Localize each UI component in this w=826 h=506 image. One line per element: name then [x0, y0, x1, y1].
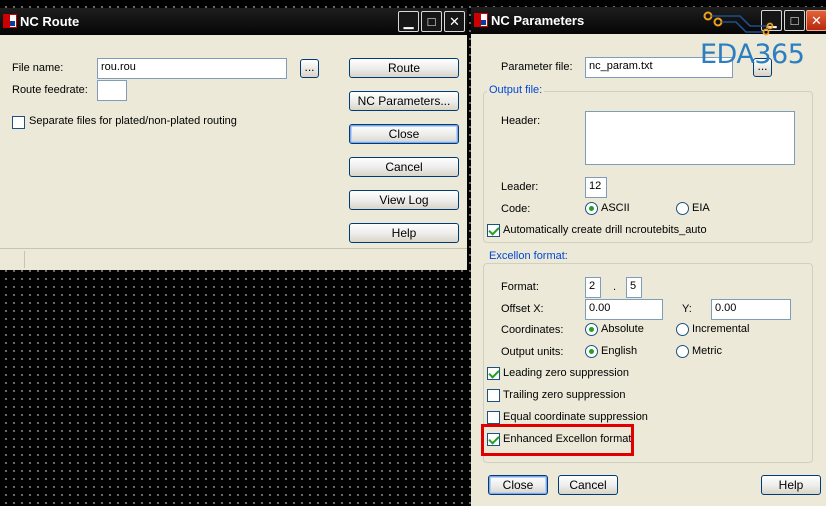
units-english-radio[interactable] — [585, 345, 598, 358]
nc-route-window: NC Route ▁ □ ✕ File name: rou.rou ... Ro… — [0, 8, 467, 270]
file-name-label: File name: — [12, 62, 64, 74]
coordinates-label: Coordinates: — [501, 324, 564, 336]
coordinates-absolute-label: Absolute — [601, 323, 644, 335]
status-bar — [0, 248, 467, 270]
format-decimal-input[interactable]: 5 — [626, 277, 642, 298]
separate-files-checkbox[interactable] — [12, 116, 25, 129]
nc-parameters-button[interactable]: NC Parameters... — [349, 91, 459, 111]
cancel-button[interactable]: Cancel — [349, 157, 459, 177]
nc-route-title: NC Route — [20, 14, 80, 29]
coordinates-absolute-radio[interactable] — [585, 323, 598, 336]
trailing-zero-checkbox[interactable] — [487, 389, 500, 402]
code-ascii-label: ASCII — [601, 202, 630, 214]
parameter-file-label: Parameter file: — [501, 61, 573, 73]
offset-y-input[interactable]: 0.00 — [711, 299, 791, 320]
excellon-format-group-title: Excellon format: — [487, 250, 570, 262]
coordinates-incremental-label: Incremental — [692, 323, 750, 335]
file-name-input[interactable]: rou.rou — [97, 58, 287, 79]
offset-y-label: Y: — [682, 303, 692, 315]
offset-x-input[interactable]: 0.00 — [585, 299, 663, 320]
code-eia-radio[interactable] — [676, 202, 689, 215]
route-button[interactable]: Route — [349, 58, 459, 78]
nc-parameters-title: NC Parameters — [491, 13, 585, 28]
code-eia-label: EIA — [692, 202, 710, 214]
output-file-group-title: Output file: — [487, 84, 545, 96]
close-button[interactable]: Close — [488, 475, 548, 495]
header-label: Header: — [501, 115, 541, 127]
code-label: Code: — [501, 203, 531, 215]
auto-create-checkbox[interactable] — [487, 224, 500, 237]
leading-zero-label: Leading zero suppression — [503, 367, 629, 379]
output-units-label: Output units: — [501, 346, 564, 358]
leading-zero-checkbox[interactable] — [487, 367, 500, 380]
equal-coordinate-checkbox[interactable] — [487, 411, 500, 424]
cancel-button[interactable]: Cancel — [558, 475, 618, 495]
units-metric-radio[interactable] — [676, 345, 689, 358]
file-browse-button[interactable]: ... — [300, 59, 319, 78]
route-feedrate-input[interactable] — [97, 80, 127, 101]
trailing-zero-label: Trailing zero suppression — [503, 389, 626, 401]
separate-files-label: Separate files for plated/non-plated rou… — [29, 115, 237, 127]
close-button[interactable]: Close — [349, 124, 459, 144]
help-button[interactable]: Help — [349, 223, 459, 243]
app-icon — [3, 14, 17, 28]
route-feedrate-label: Route feedrate: — [12, 84, 88, 96]
header-textarea[interactable] — [585, 111, 795, 165]
format-label: Format: — [501, 281, 539, 293]
leader-input[interactable]: 12 — [585, 177, 607, 198]
minimize-icon[interactable]: ▁ — [398, 11, 419, 32]
close-icon[interactable]: ✕ — [444, 11, 465, 32]
offset-x-label: Offset X: — [501, 303, 544, 315]
maximize-icon[interactable]: □ — [421, 11, 442, 32]
view-log-button[interactable]: View Log — [349, 190, 459, 210]
app-icon — [474, 13, 488, 27]
auto-create-label: Automatically create drill ncroutebits_a… — [503, 224, 707, 236]
eda365-watermark: EDA365 — [700, 39, 805, 70]
format-integer-input[interactable]: 2 — [585, 277, 601, 298]
format-separator: . — [613, 281, 617, 293]
help-button[interactable]: Help — [761, 475, 821, 495]
nc-route-titlebar[interactable]: NC Route ▁ □ ✕ — [0, 8, 467, 35]
units-metric-label: Metric — [692, 345, 722, 357]
enhanced-excellon-highlight — [481, 424, 634, 456]
units-english-label: English — [601, 345, 638, 357]
leader-label: Leader: — [501, 181, 539, 193]
equal-coordinate-label: Equal coordinate suppression — [503, 411, 648, 423]
nc-parameters-window: NC Parameters ▁ □ ✕ Parameter file: nc_p… — [471, 7, 826, 506]
coordinates-incremental-radio[interactable] — [676, 323, 689, 336]
status-bar-divider — [24, 251, 25, 268]
code-ascii-radio[interactable] — [585, 202, 598, 215]
